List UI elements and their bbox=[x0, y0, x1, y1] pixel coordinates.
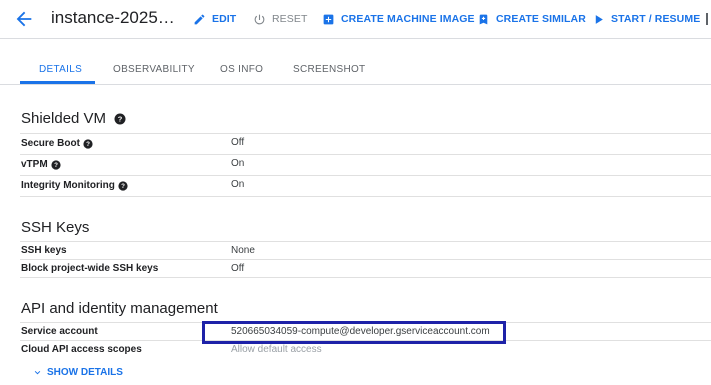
help-icon[interactable]: ? bbox=[83, 138, 93, 149]
ssh-keys-label: SSH keys bbox=[21, 245, 67, 256]
show-details-label: SHOW DETAILS bbox=[47, 367, 123, 378]
help-icon[interactable]: ? bbox=[114, 113, 126, 125]
service-account-label: Service account bbox=[21, 326, 98, 337]
svg-text:?: ? bbox=[54, 162, 58, 169]
edit-button[interactable]: EDIT bbox=[193, 11, 236, 27]
ssh-keys-value: None bbox=[231, 245, 255, 256]
vtpm-label: vTPM ? bbox=[21, 159, 61, 170]
svg-text:?: ? bbox=[86, 141, 90, 148]
top-toolbar: instance-2025… EDIT RESET CREATE MACHINE… bbox=[0, 0, 711, 39]
divider bbox=[20, 154, 711, 155]
create-similar-label: CREATE SIMILAR bbox=[496, 13, 586, 25]
vtpm-value: On bbox=[231, 158, 245, 169]
create-machine-image-label: CREATE MACHINE IMAGE bbox=[341, 13, 475, 25]
cloud-api-scopes-value: Allow default access bbox=[231, 344, 322, 355]
divider bbox=[20, 133, 711, 134]
create-similar-button[interactable]: CREATE SIMILAR bbox=[477, 11, 586, 27]
show-details-button[interactable]: SHOW DETAILS bbox=[32, 367, 123, 378]
integrity-monitoring-label: Integrity Monitoring ? bbox=[21, 180, 128, 191]
help-icon[interactable]: ? bbox=[118, 180, 128, 191]
block-project-ssh-keys-label: Block project-wide SSH keys bbox=[21, 263, 159, 274]
reset-label: RESET bbox=[272, 13, 308, 25]
tab-screenshot[interactable]: SCREENSHOT bbox=[293, 64, 365, 75]
divider bbox=[20, 196, 711, 197]
tab-os-info[interactable]: OS INFO bbox=[220, 64, 263, 75]
tab-observability[interactable]: OBSERVABILITY bbox=[113, 64, 195, 75]
secure-boot-value: Off bbox=[231, 137, 245, 148]
api-identity-title: API and identity management bbox=[21, 300, 218, 317]
chevron-down-icon bbox=[34, 370, 41, 375]
divider bbox=[20, 241, 711, 242]
shielded-vm-heading: Shielded VM ? bbox=[21, 110, 126, 127]
active-tab-indicator bbox=[20, 81, 95, 84]
edit-label: EDIT bbox=[212, 13, 237, 25]
back-arrow-icon[interactable] bbox=[13, 8, 35, 30]
reset-button[interactable]: RESET bbox=[253, 11, 308, 27]
shielded-vm-title: Shielded VM bbox=[21, 110, 107, 127]
start-resume-button[interactable]: START / RESUME bbox=[592, 11, 700, 27]
power-icon bbox=[254, 14, 265, 24]
bookmark-add-icon bbox=[479, 14, 488, 24]
create-machine-image-button[interactable]: CREATE MACHINE IMAGE bbox=[322, 11, 475, 27]
service-account-highlight bbox=[202, 321, 506, 344]
divider bbox=[20, 259, 711, 260]
cloud-api-scopes-label: Cloud API access scopes bbox=[21, 344, 142, 355]
integrity-monitoring-value: On bbox=[231, 179, 245, 190]
overflow-edge bbox=[706, 13, 708, 25]
start-resume-label: START / RESUME bbox=[611, 13, 701, 25]
svg-text:?: ? bbox=[118, 114, 123, 123]
tab-details[interactable]: DETAILS bbox=[39, 64, 82, 75]
play-icon bbox=[595, 14, 603, 24]
secure-boot-label-text: Secure Boot bbox=[21, 138, 80, 149]
help-icon[interactable]: ? bbox=[51, 159, 61, 170]
vtpm-label-text: vTPM bbox=[21, 159, 48, 170]
ssh-keys-title: SSH Keys bbox=[21, 219, 90, 236]
block-project-ssh-keys-value: Off bbox=[231, 263, 245, 274]
integrity-monitoring-label-text: Integrity Monitoring bbox=[21, 180, 115, 191]
divider bbox=[20, 277, 711, 278]
add-box-icon bbox=[323, 14, 334, 24]
tab-bar: DETAILS OBSERVABILITY OS INFO SCREENSHOT bbox=[0, 57, 711, 85]
secure-boot-label: Secure Boot ? bbox=[21, 138, 93, 149]
divider bbox=[20, 175, 711, 176]
page-title: instance-2025… bbox=[51, 8, 175, 27]
pencil-icon bbox=[194, 14, 205, 24]
svg-text:?: ? bbox=[121, 183, 125, 190]
